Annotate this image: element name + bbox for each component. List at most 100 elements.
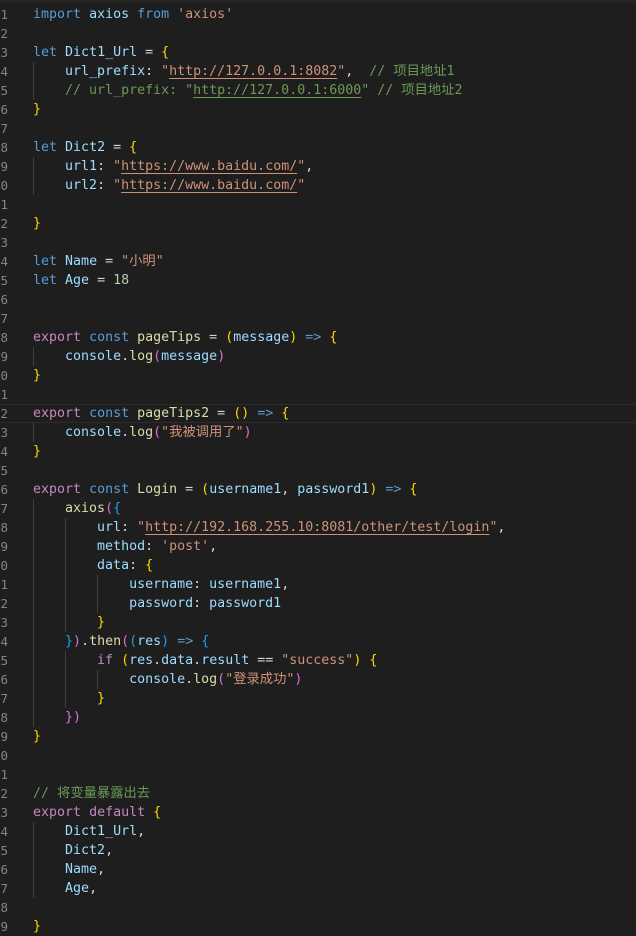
- code-editor[interactable]: 1 import axios from 'axios' 2 3 let Dict1_Ur…: [0, 0, 636, 936]
- code-token: result: [201, 653, 250, 668]
- code-token: =: [97, 254, 122, 269]
- code-line[interactable]: 1: [0, 385, 636, 404]
- code-line[interactable]: 7 Age,: [0, 879, 636, 898]
- code-line[interactable]: 3 }: [0, 613, 636, 632]
- code-token: }: [97, 615, 106, 630]
- line-number: 1: [0, 7, 8, 22]
- editor-tab-strip: [0, 0, 636, 3]
- code-line[interactable]: 9}: [0, 727, 636, 746]
- code-line[interactable]: 4 }).then((res) => {: [0, 632, 636, 651]
- code-line[interactable]: 8 let Dict2 = {: [0, 138, 636, 157]
- code-line[interactable]: 2: [0, 24, 636, 43]
- line-number: 4: [0, 634, 8, 649]
- code-line[interactable]: 5 let Age = 18: [0, 271, 636, 290]
- code-text: }: [33, 100, 41, 119]
- line-number: 3: [0, 235, 8, 250]
- code-line[interactable]: 5 Dict2,: [0, 841, 636, 860]
- code-token: ,: [89, 881, 98, 896]
- code-line[interactable]: 0 data: {: [0, 556, 636, 575]
- line-number: 4: [0, 64, 8, 79]
- code-line[interactable]: 8 }): [0, 708, 636, 727]
- code-text: password: password1: [33, 594, 281, 613]
- code-line[interactable]: 1: [0, 195, 636, 214]
- code-token: if: [97, 653, 114, 668]
- code-token: (): [233, 406, 250, 421]
- code-line[interactable]: 8: [0, 898, 636, 917]
- code-token: then: [89, 634, 122, 649]
- code-token: ,: [497, 520, 506, 535]
- code-token: "小明": [121, 254, 164, 269]
- code-line[interactable]: 6: [0, 290, 636, 309]
- code-token: (: [121, 634, 130, 649]
- code-text: data: {: [33, 556, 153, 575]
- code-line[interactable]: 5 // url_prefix: "http://127.0.0.1:6000"…: [0, 81, 636, 100]
- code-line[interactable]: 8 url: "http://192.168.255.10:8081/other…: [0, 518, 636, 537]
- code-token: message: [161, 349, 218, 364]
- code-token: ": [161, 64, 170, 79]
- code-line[interactable]: 9 method: 'post',: [0, 537, 636, 556]
- code-line[interactable]: 3 console.log("我被调用了"): [0, 423, 636, 442]
- line-number: 8: [0, 710, 8, 725]
- code-text: export const pageTips = (message) => {: [33, 328, 337, 347]
- code-token: }: [33, 368, 42, 383]
- code-line[interactable]: 9 url1: "https://www.baidu.com/",: [0, 157, 636, 176]
- code-token: .: [185, 672, 194, 687]
- code-line[interactable]: 0: [0, 746, 636, 765]
- code-token: ): [217, 349, 226, 364]
- line-number: 4: [0, 254, 8, 269]
- code-line[interactable]: 1 import axios from 'axios': [0, 5, 636, 24]
- code-text: let Dict2 = {: [33, 138, 137, 157]
- code-token: let: [33, 45, 58, 60]
- code-line[interactable]: 1: [0, 765, 636, 784]
- code-line[interactable]: 5 if (res.data.result == "success") {: [0, 651, 636, 670]
- code-token: Age: [65, 881, 90, 896]
- code-token: ,: [281, 577, 290, 592]
- code-line[interactable]: 6 console.log("登录成功"): [0, 670, 636, 689]
- code-token: "登录成功": [225, 672, 295, 687]
- code-token: pageTips: [137, 330, 202, 345]
- code-token: 18: [113, 273, 130, 288]
- code-line[interactable]: 4 url_prefix: "http://127.0.0.1:8082", /…: [0, 62, 636, 81]
- code-line[interactable]: 0}: [0, 366, 636, 385]
- code-line[interactable]: 7 }: [0, 689, 636, 708]
- line-number: 5: [0, 273, 8, 288]
- code-line[interactable]: 4 let Name = "小明": [0, 252, 636, 271]
- code-line[interactable]: 2 export const pageTips2 = () => {: [0, 404, 636, 423]
- code-line[interactable]: 3 let Dict1_Url = {: [0, 43, 636, 62]
- code-token: export: [33, 482, 82, 497]
- code-line[interactable]: 3: [0, 233, 636, 252]
- code-text: // url_prefix: "http://127.0.0.1:6000" /…: [33, 81, 462, 100]
- code-line[interactable]: 9}: [0, 917, 636, 936]
- code-text: url1: "https://www.baidu.com/",: [33, 157, 313, 176]
- code-line[interactable]: 9 console.log(message): [0, 347, 636, 366]
- code-line[interactable]: 6}: [0, 100, 636, 119]
- code-line[interactable]: 5: [0, 461, 636, 480]
- code-line[interactable]: 6 Name,: [0, 860, 636, 879]
- code-line[interactable]: 6 export const Login = (username1, passwo…: [0, 480, 636, 499]
- line-number: 8: [0, 520, 8, 535]
- code-line[interactable]: 2 password: password1: [0, 594, 636, 613]
- code-line[interactable]: 8 export const pageTips = (message) => {: [0, 328, 636, 347]
- code-line[interactable]: 1 username: username1,: [0, 575, 636, 594]
- code-line[interactable]: 2}: [0, 214, 636, 233]
- code-line[interactable]: 0 url2: "https://www.baidu.com/": [0, 176, 636, 195]
- code-token: }: [33, 444, 42, 459]
- indent-guide: [33, 157, 34, 195]
- code-text: console.log(message): [33, 347, 225, 366]
- code-line[interactable]: 7: [0, 119, 636, 138]
- code-line[interactable]: 7: [0, 309, 636, 328]
- code-line[interactable]: 4}: [0, 442, 636, 461]
- code-token: const: [89, 330, 130, 345]
- code-text: export default {: [33, 803, 161, 822]
- code-token: console: [129, 672, 186, 687]
- code-line[interactable]: 7 axios({: [0, 499, 636, 518]
- code-token: {: [409, 482, 418, 497]
- code-line[interactable]: 3 export default {: [0, 803, 636, 822]
- code-token: :: [97, 178, 114, 193]
- code-line[interactable]: 4 Dict1_Url,: [0, 822, 636, 841]
- code-line[interactable]: 2 // 将变量暴露出去: [0, 784, 636, 803]
